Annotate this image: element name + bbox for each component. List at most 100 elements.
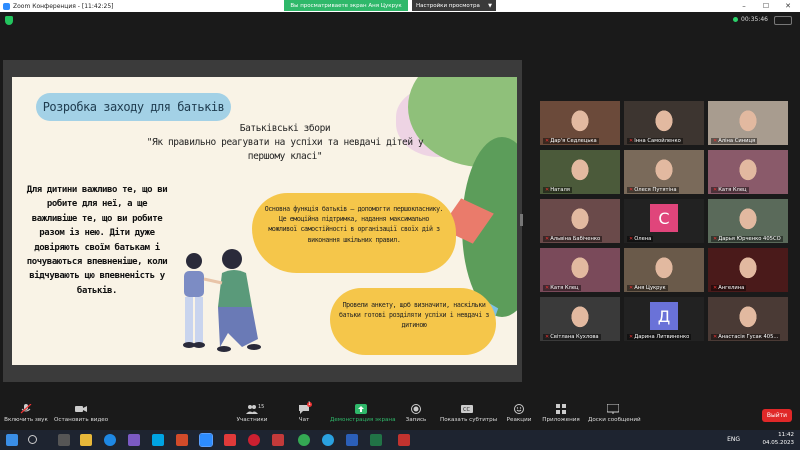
participant-name-tag: ✕ Інна Самойленко [627, 138, 683, 144]
participant-gallery: ✕ Дар'я Седлецька ✕ Інна Самойленко ✕ Аліна С… [540, 101, 790, 345]
apps-grid-icon [556, 404, 566, 414]
info-box-function: Основна функція батьків — допомогти перш… [252, 193, 456, 273]
leave-meeting-button[interactable]: Выйти [762, 409, 792, 422]
participant-name: Світлана Кухлова [550, 334, 599, 340]
zoom-logo-icon [3, 2, 10, 10]
participant-name-tag: ✕ Ангелина [711, 285, 747, 291]
participants-count: 15 [258, 404, 265, 410]
participant-name: Дар'я Седлецька [550, 138, 597, 144]
unmute-label: Включить звук [4, 417, 48, 423]
teams-icon[interactable] [128, 434, 140, 446]
unmute-button[interactable]: Включить звук [4, 404, 48, 423]
participant-tile[interactable]: Д ✕ Дарина Литвиненко [624, 297, 704, 341]
window-title: Zoom Конференция - [11:42:25] [13, 2, 114, 10]
task-view-icon[interactable] [58, 434, 70, 446]
meeting-timer: 00:35:46 [733, 16, 768, 23]
participant-name: Аня Цукрук [634, 285, 666, 291]
participant-tile[interactable]: ✕ Світлана Кухлова [540, 297, 620, 341]
record-label: Запись [405, 417, 427, 423]
participant-name: Дарья Юрченко 405СО [718, 236, 781, 242]
record-button[interactable]: Запись [402, 404, 430, 423]
powerpoint-icon[interactable] [176, 434, 188, 446]
share-screen-button[interactable]: Демонстрация экрана [330, 404, 396, 423]
share-screen-label: Демонстрация экрана [330, 417, 396, 423]
muted-mic-icon: ✕ [545, 285, 550, 291]
chat-button[interactable]: Чат 1 [294, 402, 314, 423]
minimize-button[interactable]: – [736, 0, 752, 12]
participant-tile[interactable]: ✕ Аня Цукрук [624, 248, 704, 292]
reaction-smiley-icon [514, 404, 524, 414]
participant-tile[interactable]: ✕ Катя Клец [708, 150, 788, 194]
participant-tile[interactable]: ✕ Катя Клец [540, 248, 620, 292]
muted-mic-icon: ✕ [713, 236, 718, 242]
view-settings-dropdown[interactable]: Настройки просмотра ▼ [412, 0, 496, 11]
participant-tile[interactable]: ✕ Інна Самойленко [624, 101, 704, 145]
participant-tile[interactable]: ✕ Анастасія Гусак 405... [708, 297, 788, 341]
screen-share-banner: Вы просматриваете экран Аня Цукрук [284, 0, 408, 11]
muted-mic-icon: ✕ [629, 138, 634, 144]
slide-left-text: Для дитини важливо те, що ви робите для … [26, 185, 168, 296]
muted-mic-icon: ✕ [545, 236, 550, 242]
reactions-button[interactable]: Реакции [504, 404, 534, 423]
stop-video-button[interactable]: Остановить видео [54, 404, 108, 423]
show-captions-label: Показать субтитры [440, 417, 498, 423]
participant-tile[interactable]: ✕ Дар'я Седлецька [540, 101, 620, 145]
svg-text:CC: CC [463, 407, 470, 413]
info-box-survey-text: Провели анкету, щоб визначити, наскільки… [339, 301, 489, 330]
heading-line-2: "Як правильно реагувати на успіхи та нев… [146, 136, 424, 162]
app-icon-2[interactable] [398, 434, 410, 446]
participant-tile[interactable]: ✕ Ангелина [708, 248, 788, 292]
reactions-label: Реакции [506, 417, 532, 423]
telegram-icon[interactable] [322, 434, 334, 446]
timer-value: 00:35:46 [741, 16, 768, 23]
participants-button[interactable]: Участники 15 [232, 404, 272, 423]
participant-name: Анастасія Гусак 405... [718, 334, 779, 340]
participant-name: Альвіна Бабіченко [550, 236, 601, 242]
participant-name: Олеся Путятіна [634, 187, 677, 193]
chrome-icon[interactable] [298, 434, 310, 446]
participant-tile[interactable]: ✕ Наталя [540, 150, 620, 194]
word-icon[interactable] [346, 434, 358, 446]
slide-heading: Батьківські збори "Як правильно реагуват… [130, 122, 440, 163]
meeting-topbar: 00:35:46 [0, 12, 800, 30]
close-button[interactable]: ✕ [780, 0, 796, 12]
windows-start-icon[interactable] [6, 434, 18, 446]
video-camera-icon [75, 406, 87, 412]
zoom-taskbar-icon[interactable] [199, 433, 213, 447]
search-icon[interactable] [28, 435, 37, 444]
recording-status-icon [733, 17, 739, 22]
show-captions-button[interactable]: CC Показать субтитры [440, 404, 498, 423]
participant-tile[interactable]: ✕ Альвіна Бабіченко [540, 199, 620, 243]
app-icon[interactable] [272, 434, 284, 446]
security-shield-icon[interactable] [5, 16, 13, 25]
muted-mic-icon: ✕ [629, 236, 634, 242]
muted-mic-icon: ✕ [713, 334, 718, 340]
muted-mic-icon: ✕ [713, 187, 718, 193]
os-taskbar: ENG 11:42 04.05.2023 [0, 430, 800, 450]
muted-mic-icon: ✕ [629, 334, 634, 340]
system-clock[interactable]: 11:42 04.05.2023 [763, 432, 795, 447]
participant-tile[interactable]: ✕ Олеся Путятіна [624, 150, 704, 194]
record-icon [411, 404, 421, 414]
participant-name-tag: ✕ Дарина Литвиненко [627, 334, 692, 340]
participant-tile[interactable]: C ✕ Олена [624, 199, 704, 243]
whiteboards-button[interactable]: Доски сообщений [588, 404, 641, 423]
language-indicator[interactable]: ENG [727, 436, 740, 443]
maximize-button[interactable]: ☐ [758, 0, 774, 12]
participant-name-tag: ✕ Анастасія Гусак 405... [711, 334, 781, 340]
view-layout-button[interactable] [774, 16, 792, 25]
participant-tile[interactable]: ✕ Аліна Синиця [708, 101, 788, 145]
participant-tile[interactable]: ✕ Дарья Юрченко 405СО [708, 199, 788, 243]
view-settings-label: Настройки просмотра [416, 2, 480, 9]
muted-mic-icon: ✕ [713, 138, 718, 144]
apps-button[interactable]: Приложения [542, 404, 580, 423]
skype-icon[interactable] [152, 434, 164, 446]
muted-mic-icon: ✕ [629, 187, 634, 193]
file-explorer-icon[interactable] [80, 434, 92, 446]
edge-browser-icon[interactable] [104, 434, 116, 446]
apps-label: Приложения [542, 417, 580, 423]
panel-resize-handle[interactable] [520, 214, 523, 226]
excel-icon[interactable] [370, 434, 382, 446]
pdf-reader-icon[interactable] [224, 434, 236, 446]
opera-icon[interactable] [248, 434, 260, 446]
